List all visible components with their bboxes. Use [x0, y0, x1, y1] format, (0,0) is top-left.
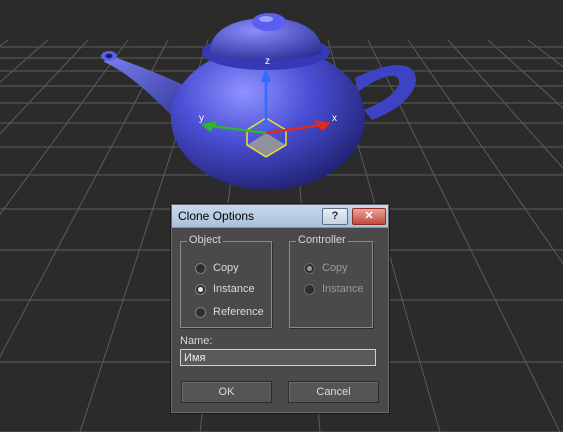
controller-group: Controller Copy Instance — [289, 234, 373, 328]
controller-copy-option[interactable]: Copy — [304, 261, 348, 275]
radio-label: Reference — [213, 306, 264, 318]
gizmo-label-z: z — [265, 56, 270, 67]
object-instance-option[interactable]: Instance — [195, 282, 255, 296]
close-icon: ✕ — [364, 210, 374, 222]
controller-group-label: Controller — [296, 234, 348, 246]
radio-label: Copy — [213, 262, 239, 274]
cancel-button[interactable]: Cancel — [288, 381, 379, 403]
name-label: Name: — [180, 335, 213, 347]
gizmo-label-y: y — [199, 113, 204, 124]
object-copy-option[interactable]: Copy — [195, 261, 239, 275]
radio-button[interactable] — [195, 306, 206, 318]
radio-button[interactable] — [304, 262, 315, 274]
dialog-titlebar[interactable]: Clone Options ? ✕ — [172, 205, 388, 228]
gizmo-label-x: x — [332, 113, 337, 124]
object-group: Object Copy Instance Reference — [180, 234, 272, 328]
radio-label: Copy — [322, 262, 348, 274]
radio-button[interactable] — [195, 283, 206, 295]
close-button[interactable]: ✕ — [352, 208, 386, 225]
radio-button[interactable] — [195, 262, 206, 274]
name-input[interactable] — [180, 349, 376, 366]
object-reference-option[interactable]: Reference — [195, 305, 264, 319]
radio-label: Instance — [322, 283, 364, 295]
ok-button[interactable]: OK — [181, 381, 272, 403]
radio-button[interactable] — [304, 283, 315, 295]
object-group-label: Object — [187, 234, 223, 246]
teapot-object[interactable] — [101, 13, 416, 190]
radio-label: Instance — [213, 283, 255, 295]
clone-options-dialog: Clone Options ? ✕ Object Copy Instance R… — [170, 203, 390, 414]
dialog-title: Clone Options — [178, 209, 255, 223]
help-icon: ? — [331, 210, 339, 222]
controller-instance-option[interactable]: Instance — [304, 282, 364, 296]
help-button[interactable]: ? — [322, 208, 348, 225]
